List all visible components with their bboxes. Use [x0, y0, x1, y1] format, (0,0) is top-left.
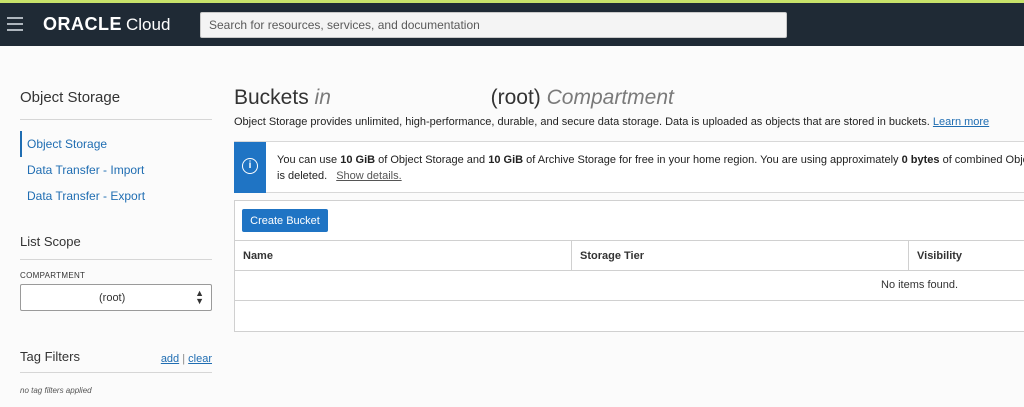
banner-text-part: of Object Storage and — [378, 154, 486, 166]
banner-text-part: of combined Object S — [942, 154, 1024, 166]
buckets-panel: Create Bucket Name Storage Tier Visibili… — [234, 200, 1024, 332]
compartment-label: COMPARTMENT — [20, 271, 86, 280]
chevron-up-down-icon: ▲ ▼ — [195, 288, 204, 306]
banner-text-line2: is deleted. — [277, 170, 328, 182]
page-description: Object Storage provides unlimited, high-… — [234, 116, 989, 128]
sidebar-divider — [20, 119, 212, 120]
page-title: Buckets in (root) Compartment — [234, 86, 674, 110]
list-scope-title: List Scope — [20, 234, 81, 249]
info-icon: i — [242, 158, 258, 174]
free-tier-info-banner: i You can use 10 GiB of Object Storage a… — [234, 141, 1024, 193]
title-in: in — [314, 86, 331, 109]
banner-text: You can use 10 GiB of Object Storage and… — [277, 152, 1024, 184]
tag-filters-empty-text: no tag filters applied — [20, 386, 92, 395]
sidebar-item-object-storage[interactable]: Object Storage — [20, 131, 212, 157]
search-input[interactable] — [200, 12, 787, 38]
compartment-value: (root) — [99, 292, 126, 304]
tag-filters-divider — [20, 372, 212, 373]
clear-tag-filter-link[interactable]: clear — [188, 353, 212, 365]
show-details-link[interactable]: Show details. — [336, 170, 401, 182]
column-header-storage-tier[interactable]: Storage Tier — [572, 241, 909, 271]
title-compartment: Compartment — [546, 86, 674, 109]
title-root: (root) — [490, 86, 541, 109]
tag-filters-title: Tag Filters — [20, 349, 80, 364]
column-header-visibility[interactable]: Visibility — [909, 241, 1024, 271]
main-content: Buckets in (root) Compartment Object Sto… — [234, 46, 1024, 407]
list-scope-divider — [20, 259, 212, 260]
no-items-text: No items found. — [881, 279, 959, 291]
logo-product: Cloud — [126, 15, 171, 34]
create-bucket-button[interactable]: Create Bucket — [242, 209, 328, 232]
description-text: Object Storage provides unlimited, high-… — [234, 116, 930, 128]
table-header: Name Storage Tier Visibility — [235, 240, 1024, 271]
learn-more-link[interactable]: Learn more — [933, 116, 989, 128]
compartment-select[interactable]: (root) ▲ ▼ — [20, 284, 212, 311]
banner-text-part: of Archive Storage for free in your home… — [526, 154, 899, 166]
column-header-name[interactable]: Name — [235, 241, 572, 271]
banner-usage-amount: 0 bytes — [901, 154, 940, 166]
oracle-cloud-logo[interactable]: ORACLE Cloud — [43, 14, 170, 36]
tag-filter-links: add | clear — [161, 353, 212, 365]
top-navigation-bar: ORACLE Cloud — [0, 3, 1024, 46]
sidebar-item-data-transfer-export[interactable]: Data Transfer - Export — [20, 183, 212, 209]
banner-text-part: You can use — [277, 154, 338, 166]
logo-brand: ORACLE — [43, 14, 122, 34]
add-tag-filter-link[interactable]: add — [161, 353, 179, 365]
banner-object-storage-amount: 10 GiB — [340, 154, 376, 166]
tag-link-separator: | — [182, 353, 186, 365]
table-empty-row: No items found. — [235, 271, 1024, 301]
banner-archive-storage-amount: 10 GiB — [488, 154, 524, 166]
hamburger-menu-icon[interactable] — [7, 17, 23, 31]
title-buckets: Buckets — [234, 86, 309, 109]
sidebar-title: Object Storage — [20, 89, 121, 106]
sidebar-item-data-transfer-import[interactable]: Data Transfer - Import — [20, 157, 212, 183]
